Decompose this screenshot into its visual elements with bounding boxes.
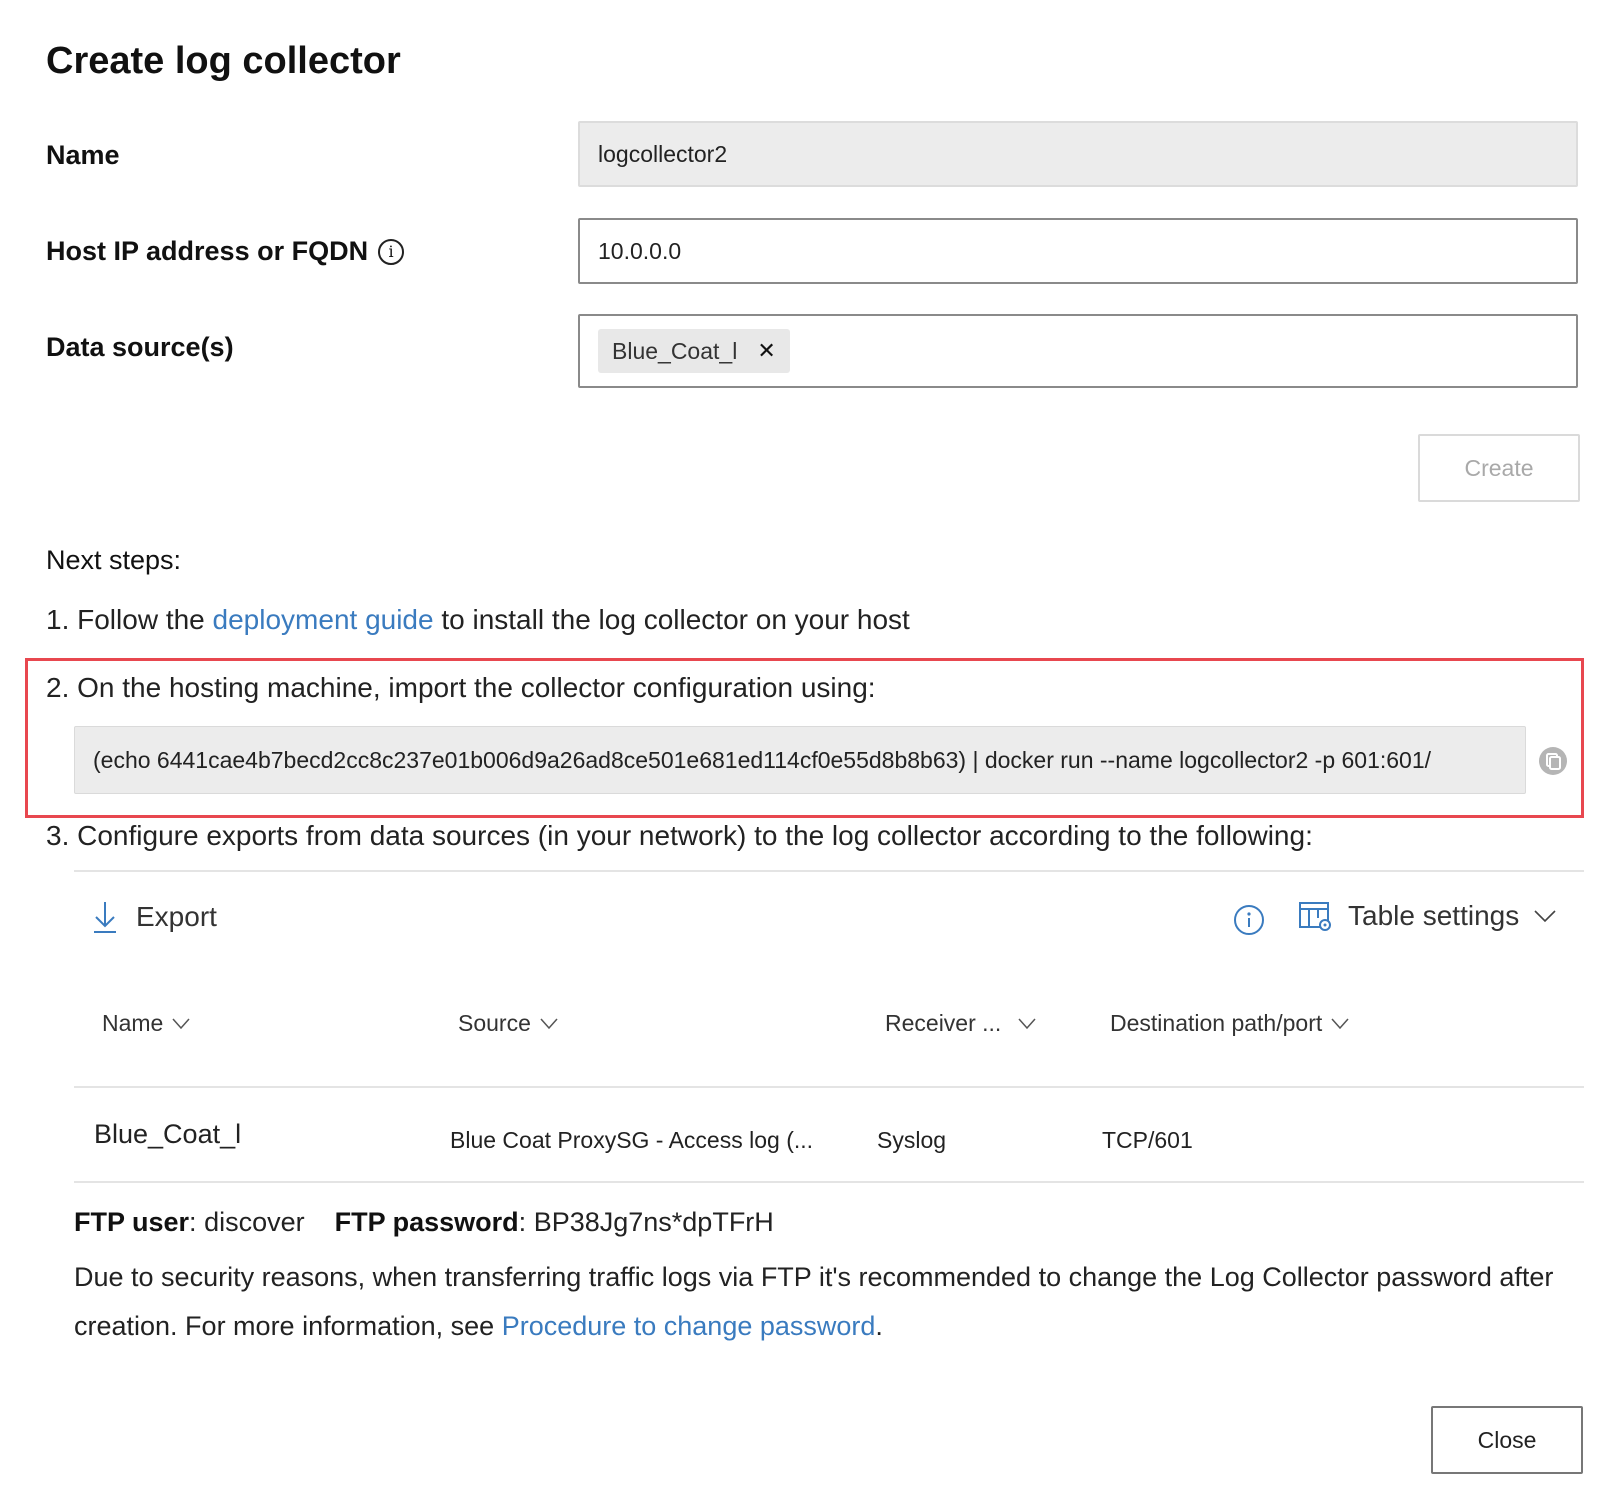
host-label-text: Host IP address or FQDN	[46, 236, 369, 266]
column-header-destination[interactable]: Destination path/port	[1110, 1010, 1350, 1037]
command-text: (echo 6441cae4b7becd2cc8c237e01b006d9a26…	[93, 746, 1432, 773]
cell-source: Blue Coat ProxySG - Access log (...	[450, 1127, 814, 1153]
security-note-end: .	[875, 1311, 883, 1341]
deployment-guide-link[interactable]: deployment guide	[213, 604, 434, 635]
host-label: Host IP address or FQDN i	[46, 236, 405, 267]
command-field[interactable]: (echo 6441cae4b7becd2cc8c237e01b006d9a26…	[74, 726, 1526, 794]
step-1-suffix: to install the log collector on your hos…	[433, 604, 910, 635]
next-steps-heading: Next steps:	[46, 545, 182, 575]
ftp-user-value: discover	[204, 1207, 305, 1237]
column-header-label: Name	[102, 1010, 164, 1036]
ftp-password-label: FTP password	[334, 1207, 519, 1237]
table-settings-icon	[1299, 902, 1331, 931]
close-icon[interactable]: ✕	[757, 338, 775, 364]
create-button[interactable]: Create	[1418, 434, 1580, 502]
column-header-label: Destination path/port	[1110, 1010, 1323, 1036]
chevron-down-icon	[1534, 910, 1556, 923]
column-header-label: Receiver ...	[885, 1010, 1002, 1036]
chevron-down-icon	[540, 1018, 558, 1029]
column-header-label: Source	[458, 1010, 531, 1036]
row-divider	[74, 1181, 1584, 1183]
ftp-password-value: BP38Jg7ns*dpTFrH	[533, 1207, 774, 1237]
cell-name: Blue_Coat_l	[94, 1119, 242, 1149]
ftp-credentials: FTP user: discover FTP password: BP38Jg7…	[74, 1207, 774, 1237]
copy-icon[interactable]	[1538, 746, 1568, 776]
data-sources-label-text: Data source(s)	[46, 332, 234, 362]
host-field[interactable]	[578, 218, 1578, 284]
step-2: 2. On the hosting machine, import the co…	[46, 672, 876, 703]
cell-destination: TCP/601	[1102, 1127, 1193, 1153]
table-settings-label: Table settings	[1348, 900, 1520, 931]
column-header-name[interactable]: Name	[102, 1010, 191, 1037]
step-1: 1. Follow the deployment guide to instal…	[46, 604, 910, 636]
chevron-down-icon	[172, 1018, 190, 1029]
table-top-divider	[74, 870, 1584, 872]
host-input[interactable]	[598, 237, 1576, 265]
step-1-prefix: 1. Follow the	[46, 604, 213, 635]
data-source-chip: Blue_Coat_l ✕	[598, 329, 790, 373]
table-settings-button[interactable]: Table settings	[1298, 900, 1557, 932]
name-label: Name	[46, 140, 120, 171]
chevron-down-icon	[1018, 1018, 1036, 1029]
name-field[interactable]	[578, 121, 1578, 187]
ftp-user-label: FTP user	[74, 1207, 190, 1237]
name-label-text: Name	[46, 140, 120, 170]
info-icon[interactable]	[1233, 904, 1265, 936]
header-divider	[74, 1086, 1584, 1088]
data-sources-field[interactable]: Blue_Coat_l ✕	[578, 314, 1578, 388]
column-header-source[interactable]: Source	[458, 1010, 559, 1037]
data-sources-label: Data source(s)	[46, 332, 234, 363]
close-button[interactable]: Close	[1431, 1406, 1583, 1474]
chip-label: Blue_Coat_l	[612, 337, 738, 364]
column-header-receiver[interactable]: Receiver ...	[885, 1010, 1037, 1037]
change-password-link[interactable]: Procedure to change password	[502, 1311, 876, 1341]
info-icon[interactable]: i	[378, 238, 405, 265]
step-3: 3. Configure exports from data sources (…	[46, 820, 1313, 851]
export-label: Export	[136, 901, 217, 932]
security-note: Due to security reasons, when transferri…	[74, 1253, 1594, 1351]
dialog-title: Create log collector	[46, 40, 401, 82]
chevron-down-icon	[1331, 1018, 1349, 1029]
cell-receiver: Syslog	[877, 1127, 947, 1153]
name-input[interactable]	[598, 140, 1576, 168]
export-button[interactable]: Export	[92, 900, 217, 934]
download-icon	[94, 902, 116, 933]
